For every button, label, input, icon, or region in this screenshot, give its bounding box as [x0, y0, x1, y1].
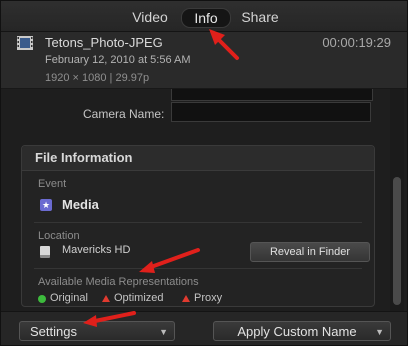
camera-name-label: Camera Name:	[83, 107, 165, 121]
clip-name: Tetons_Photo-JPEG	[45, 35, 163, 50]
settings-label: Settings	[30, 324, 77, 339]
rep-original: Original	[50, 292, 88, 304]
previous-metadata-field[interactable]	[171, 89, 373, 101]
event-value: Media	[62, 197, 99, 212]
file-information-header: File Information	[22, 146, 374, 171]
inspector-tab-bar: Video Info Share	[1, 1, 407, 32]
apply-custom-name-popup[interactable]: Apply Custom Name ▼	[213, 321, 391, 341]
inspector-scroll-area[interactable]: Camera Name: File Information Event ★ Me…	[1, 89, 407, 311]
event-star-icon: ★	[40, 199, 52, 211]
hard-drive-icon	[40, 246, 50, 258]
tab-share[interactable]: Share	[237, 8, 283, 26]
divider	[34, 268, 362, 269]
event-label: Event	[38, 178, 67, 190]
rep-optimized: Optimized	[114, 292, 164, 304]
film-clip-icon	[17, 36, 33, 50]
reveal-in-finder-button[interactable]: Reveal in Finder	[250, 242, 370, 262]
settings-popup[interactable]: Settings ▼	[19, 321, 175, 341]
missing-warning-icon	[102, 295, 110, 302]
location-value: Mavericks HD	[62, 244, 131, 256]
media-representations-label: Available Media Representations	[38, 276, 199, 288]
clip-date: February 12, 2010 at 5:56 AM	[45, 54, 191, 66]
vertical-scrollbar[interactable]	[390, 89, 404, 311]
available-status-icon	[38, 295, 46, 303]
location-label: Location	[38, 230, 80, 242]
chevron-down-icon: ▼	[375, 327, 384, 337]
divider	[34, 222, 362, 223]
clip-format: 1920 × 1080 | 29.97p	[45, 72, 150, 84]
missing-warning-icon	[182, 295, 190, 302]
tab-info[interactable]: Info	[181, 8, 231, 28]
tab-video[interactable]: Video	[125, 8, 175, 26]
scrollbar-thumb[interactable]	[393, 177, 401, 305]
apply-custom-name-label: Apply Custom Name	[237, 324, 357, 339]
clip-header: Tetons_Photo-JPEG 00:00:19:29 February 1…	[1, 32, 407, 89]
info-inspector: Video Info Share Tetons_Photo-JPEG 00:00…	[0, 0, 408, 346]
rep-proxy: Proxy	[194, 292, 223, 304]
chevron-down-icon: ▼	[159, 327, 168, 337]
clip-duration: 00:00:19:29	[322, 35, 391, 50]
file-information-title: File Information	[35, 150, 133, 165]
camera-name-field[interactable]	[171, 102, 371, 122]
file-information-panel: File Information Event ★ Media Location …	[21, 145, 375, 307]
inspector-footer: Settings ▼ Apply Custom Name ▼	[1, 311, 407, 345]
